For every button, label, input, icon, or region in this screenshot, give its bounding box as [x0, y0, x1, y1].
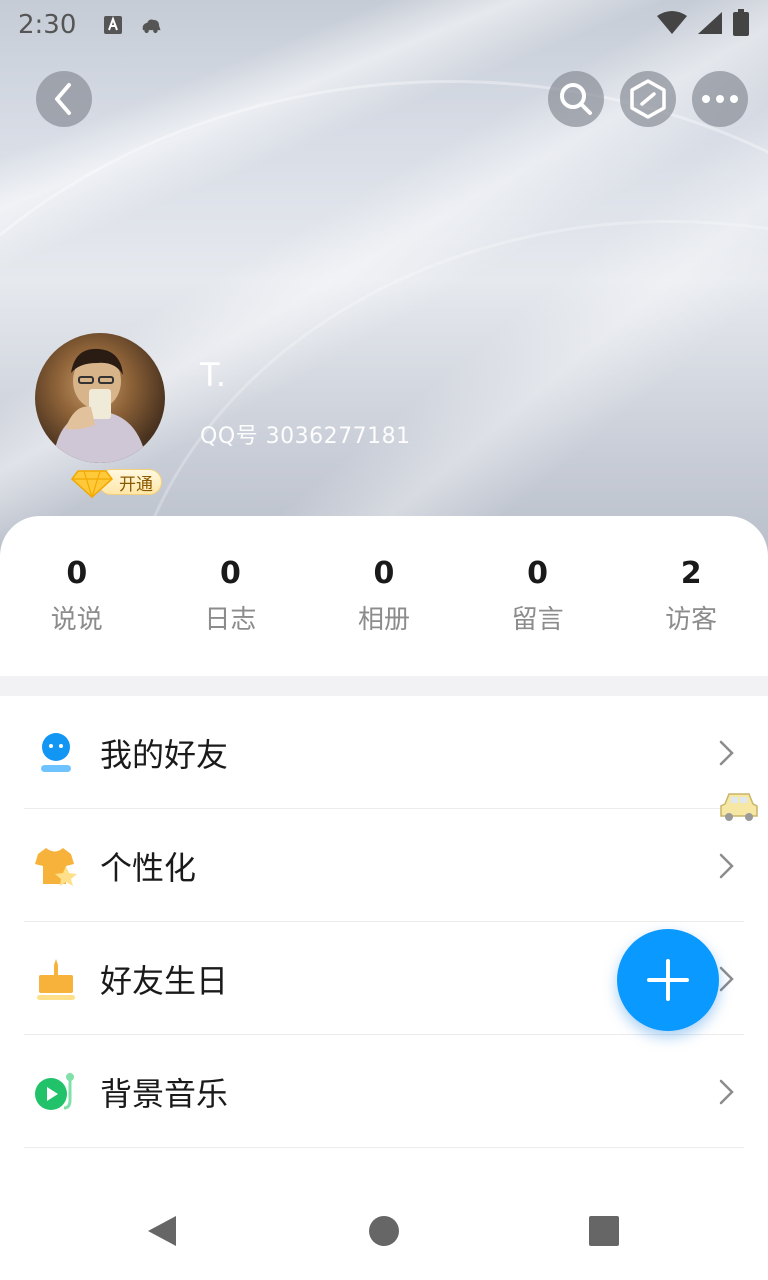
- friends-icon: [34, 731, 78, 775]
- stat-blog[interactable]: 0 日志: [154, 556, 308, 646]
- personalize-shirt-icon: [34, 844, 78, 888]
- hexagon-button[interactable]: [620, 71, 676, 127]
- nav-back-icon: [148, 1216, 176, 1246]
- menu-list: 我的好友 个性化 好友生日 背景音乐: [0, 696, 768, 1148]
- taxi-float-icon[interactable]: [719, 790, 759, 824]
- menu-item-background-music[interactable]: 背景音乐: [0, 1035, 768, 1148]
- signal-icon: [696, 10, 724, 40]
- stat-album[interactable]: 0 相册: [307, 556, 461, 646]
- birthday-cake-icon: [34, 957, 78, 1001]
- stat-label: 留言: [511, 605, 564, 635]
- stat-value: 0: [66, 556, 88, 591]
- more-button[interactable]: [692, 71, 748, 127]
- avatar-photo: [53, 348, 147, 463]
- search-icon: [560, 83, 592, 115]
- nav-back-button[interactable]: [145, 1214, 179, 1248]
- menu-label: 我的好友: [100, 735, 229, 774]
- nav-recents-icon: [589, 1216, 619, 1246]
- menu-item-my-friends[interactable]: 我的好友: [0, 696, 768, 809]
- chevron-right-icon: [719, 853, 734, 878]
- music-play-icon: [34, 1070, 78, 1114]
- stat-visitors[interactable]: 2 访客: [614, 556, 768, 646]
- avatar[interactable]: [35, 333, 165, 463]
- battery-icon: [732, 9, 750, 41]
- menu-item-personalize[interactable]: 个性化: [0, 809, 768, 922]
- qq-number: QQ号 3036277181: [200, 424, 411, 449]
- stat-label: 访客: [665, 605, 718, 635]
- plus-icon: [647, 959, 689, 1001]
- menu-label: 个性化: [100, 848, 197, 887]
- more-dots-icon: [702, 95, 738, 103]
- back-button[interactable]: [36, 71, 92, 127]
- add-fab-button[interactable]: [617, 929, 719, 1031]
- nav-recents-button[interactable]: [587, 1214, 621, 1248]
- menu-label: 好友生日: [100, 961, 229, 1000]
- hexagon-edit-icon: [630, 79, 666, 119]
- section-divider: [0, 676, 768, 696]
- stat-label: 说说: [50, 605, 103, 635]
- stat-label: 日志: [204, 605, 257, 635]
- status-time: 2:30: [18, 10, 77, 40]
- menu-separator: [24, 1147, 744, 1148]
- stat-messages[interactable]: 0 留言: [461, 556, 615, 646]
- stat-value: 0: [373, 556, 395, 591]
- stat-label: 相册: [357, 605, 410, 635]
- chevron-right-icon: [719, 740, 734, 765]
- cloud-car-icon: [140, 14, 162, 36]
- stats-row: 0 说说 0 日志 0 相册 0 留言 2 访客: [0, 556, 768, 646]
- diamond-icon: [70, 470, 114, 499]
- nav-home-button[interactable]: [367, 1214, 401, 1248]
- back-arrow-icon: [55, 83, 71, 115]
- status-bar: 2:30: [0, 0, 768, 50]
- stat-value: 2: [680, 556, 702, 591]
- wifi-icon: [656, 10, 688, 40]
- menu-label: 背景音乐: [100, 1074, 229, 1113]
- search-button[interactable]: [548, 71, 604, 127]
- content-card: 0 说说 0 日志 0 相册 0 留言 2 访客 我的好友 个性化 好友生日 背…: [0, 516, 768, 1280]
- text-a-icon: [102, 14, 124, 36]
- stat-value: 0: [219, 556, 241, 591]
- chevron-right-icon: [719, 966, 734, 991]
- chevron-right-icon: [719, 1079, 734, 1104]
- stat-value: 0: [527, 556, 549, 591]
- vip-open-badge[interactable]: 开通: [70, 465, 164, 499]
- nav-home-icon: [369, 1216, 399, 1246]
- profile-name: T.: [200, 356, 226, 394]
- stat-posts[interactable]: 0 说说: [0, 556, 154, 646]
